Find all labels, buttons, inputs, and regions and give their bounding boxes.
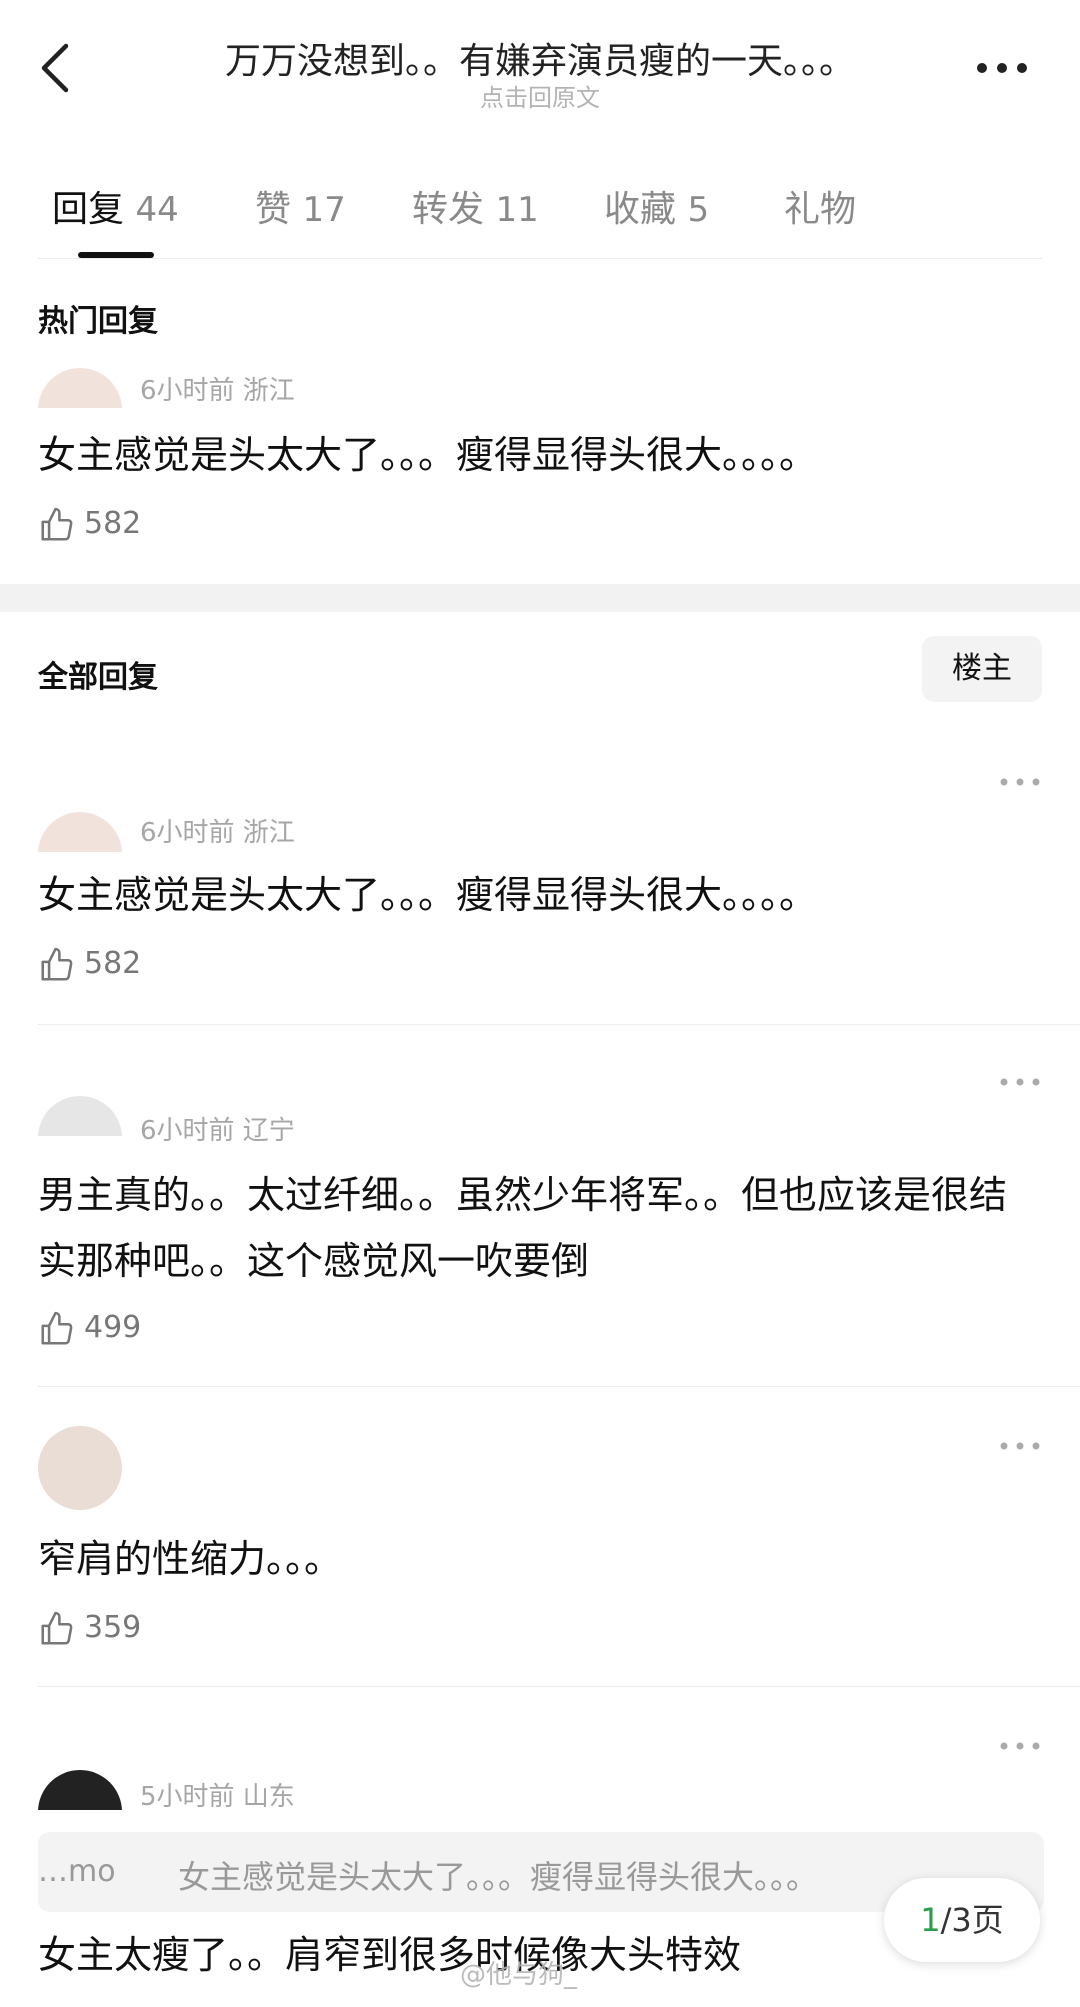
comment-more-button[interactable]: [998, 1074, 1042, 1090]
comment-meta: 6小时前 辽宁: [140, 1116, 295, 1146]
like-count: 499: [84, 1310, 142, 1345]
tab-label: 回复: [52, 189, 125, 230]
all-replies-title: 全部回复: [38, 660, 158, 695]
comment-meta: 6小时前 浙江: [140, 818, 295, 848]
hot-replies-title: 热门回复: [38, 304, 158, 339]
tab-label: 收藏: [604, 189, 677, 230]
tab-likes[interactable]: 赞 17: [255, 180, 346, 232]
thumbs-up-icon: [41, 1311, 73, 1345]
comment-more-button[interactable]: [998, 1438, 1042, 1454]
tab-count: 44: [135, 190, 179, 230]
like-count: 582: [84, 506, 142, 541]
header: 万万没想到。。有嫌弃演员瘦的一天。。。 点击回原文: [0, 0, 1080, 130]
thumbs-up-icon: [41, 947, 73, 981]
tab-count: 11: [495, 190, 539, 230]
comment-text: 女主感觉是头太大了。。。瘦得显得头很大。。。。: [38, 433, 818, 477]
back-to-original-link[interactable]: 点击回原文: [150, 78, 930, 113]
page-indicator[interactable]: 1/3页: [884, 1878, 1040, 1962]
avatar[interactable]: [38, 812, 122, 852]
page-title: 万万没想到。。有嫌弃演员瘦的一天。。。: [224, 41, 855, 82]
like-count: 582: [84, 946, 142, 981]
more-icon: [977, 63, 1027, 73]
avatar[interactable]: [38, 1096, 122, 1136]
divider: [38, 1686, 1080, 1687]
thumbs-up-icon: [41, 1611, 73, 1645]
tab-label: 礼物: [784, 189, 857, 230]
avatar[interactable]: [38, 368, 122, 408]
watermark: @他与狗_: [460, 1960, 578, 1990]
more-icon: [1000, 1742, 1040, 1750]
back-button[interactable]: [32, 38, 82, 98]
divider: [38, 1386, 1080, 1387]
tab-replies[interactable]: 回复 44: [52, 180, 179, 232]
current-page: 1: [920, 1901, 941, 1939]
divider: [38, 1024, 1080, 1025]
more-icon: [1000, 1078, 1040, 1086]
divider: [38, 258, 1042, 259]
tab-reposts[interactable]: 转发 11: [412, 180, 539, 232]
like-count: 359: [84, 1610, 142, 1645]
comment-meta: 5小时前 山东: [140, 1782, 295, 1812]
avatar[interactable]: [38, 1770, 122, 1810]
tab-label: 赞: [255, 189, 292, 230]
tab-count: 17: [302, 190, 346, 230]
total-pages: /3页: [940, 1901, 1004, 1939]
tab-label: 转发: [412, 189, 485, 230]
section-separator: [0, 584, 1080, 612]
avatar[interactable]: [38, 1426, 122, 1510]
chevron-left-icon: [41, 43, 69, 93]
more-icon: [1000, 1442, 1040, 1450]
comment-text: 窄肩的性缩力。。。: [38, 1537, 343, 1581]
quote-text: 女主感觉是头太大了。。。瘦得显得头很大。。。: [178, 1858, 819, 1896]
comment-more-button[interactable]: [998, 1738, 1042, 1754]
thumbs-up-icon: [41, 507, 73, 541]
quote-author: …mo: [38, 1854, 116, 1889]
comment-more-button[interactable]: [998, 774, 1042, 790]
owner-filter-button[interactable]: 楼主: [922, 636, 1042, 702]
tab-favorites[interactable]: 收藏 5: [604, 180, 709, 232]
comment-text: 男主真的。。太过纤细。。虽然少年将军。。但也应该是很结实那种吧。。这个感觉风一吹…: [38, 1173, 1008, 1283]
comment-meta: 6小时前 浙江: [140, 376, 295, 406]
tab-count: 5: [687, 190, 710, 230]
tab-gifts[interactable]: 礼物: [784, 180, 856, 232]
more-button[interactable]: [972, 48, 1032, 88]
comment-text: 女主感觉是头太大了。。。瘦得显得头很大。。。。: [38, 873, 818, 917]
more-icon: [1000, 778, 1040, 786]
